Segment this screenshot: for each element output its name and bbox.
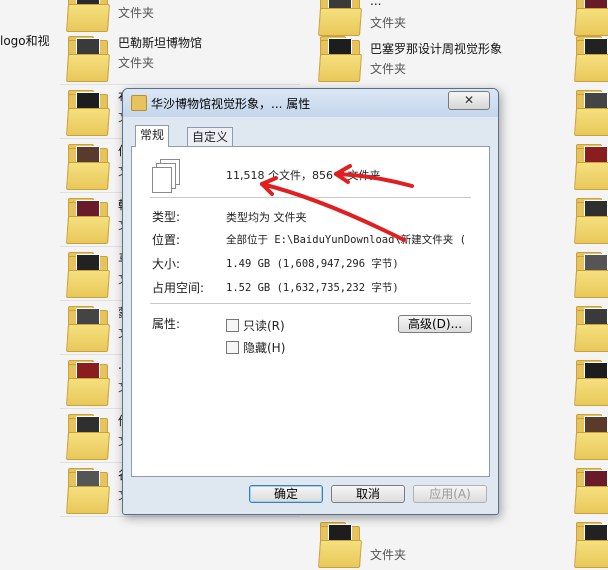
folder-type: 文件夹: [118, 56, 155, 70]
folder-icon: [131, 95, 147, 111]
folder-icon: [574, 358, 608, 406]
hidden-checkbox[interactable]: 隐藏(H): [226, 339, 285, 356]
folder-tile-left-0[interactable]: 文件夹: [0, 0, 300, 32]
divider: [150, 197, 471, 198]
folder-icon: [574, 520, 608, 568]
dialog-title: 华沙博物馆视觉形象，... 属性: [151, 97, 311, 111]
folder-icon: [574, 0, 608, 36]
disk-size-value: 1.52 GB (1,632,735,232 字节): [226, 282, 399, 294]
close-button[interactable]: ✕: [448, 91, 490, 110]
folder-icon: [318, 520, 362, 568]
location-value: 全部位于 E:\BaiduYunDownload\新建文件夹 (: [226, 234, 466, 246]
folder-icon: [318, 0, 362, 36]
tab-custom[interactable]: 自定义: [187, 127, 234, 146]
apply-button[interactable]: 应用(A): [413, 485, 487, 503]
folder-tile-left[interactable]: 巴勒斯坦博物馆 文件夹: [0, 30, 300, 84]
size-label: 大小:: [152, 257, 181, 271]
type-label: 类型:: [152, 210, 181, 224]
file-count-summary: 11,518 个文件，856 个文件夹: [226, 169, 381, 182]
row-divider: [60, 516, 300, 517]
folder-icon: [574, 142, 608, 190]
tab-general[interactable]: 常规: [135, 125, 170, 147]
folder-icon: [66, 304, 110, 352]
disk-size-label: 占用空间:: [152, 281, 205, 295]
folder-icon: [318, 34, 362, 82]
folder-tile-right[interactable]: 文件夹: [312, 516, 608, 570]
folder-icon: [66, 466, 110, 514]
folder-icon: [66, 412, 110, 460]
folder-icon: [574, 34, 608, 82]
folder-icon: [66, 88, 110, 136]
folder-icon: [574, 304, 608, 352]
type-value: 类型均为 文件夹: [226, 211, 307, 224]
checkbox-box[interactable]: [226, 319, 239, 332]
folder-icon: [574, 196, 608, 244]
location-label: 位置:: [152, 233, 181, 247]
folder-icon: [66, 0, 110, 32]
folder-icon: [574, 250, 608, 298]
folder-icon: [66, 34, 110, 82]
folder-icon: [66, 142, 110, 190]
folder-tile-right[interactable]: 巴塞罗那设计周视觉形象 文件夹: [312, 30, 608, 84]
hidden-label: 隐藏(H): [243, 341, 286, 355]
general-panel: 11,518 个文件，856 个文件夹 类型: 类型均为 文件夹 位置: 全部位…: [131, 146, 490, 477]
ok-button[interactable]: 确定: [249, 485, 323, 503]
multiple-files-icon: [152, 159, 182, 193]
folder-icon: [574, 412, 608, 460]
folder-type: 文件夹: [370, 548, 407, 562]
folder-type: 文件夹: [118, 6, 155, 20]
title-bar[interactable]: 华沙博物馆视觉形象，... 属性 ✕: [123, 89, 498, 117]
attributes-label: 属性:: [152, 317, 181, 331]
folder-name: ...: [370, 0, 382, 8]
advanced-button[interactable]: 高级(D)...: [398, 315, 472, 333]
readonly-checkbox[interactable]: 只读(R): [226, 317, 285, 334]
divider: [150, 303, 471, 304]
folder-type: 文件夹: [370, 62, 407, 76]
properties-dialog: 华沙博物馆视觉形象，... 属性 ✕ 常规 自定义 11,518 个文件，856…: [122, 88, 499, 515]
folder-icon: [574, 466, 608, 514]
folder-icon: [66, 250, 110, 298]
folder-name: 巴勒斯坦博物馆: [118, 36, 203, 50]
readonly-label: 只读(R): [243, 319, 285, 333]
cancel-button[interactable]: 取消: [331, 485, 405, 503]
folder-icon: [66, 358, 110, 406]
folder-icon: [574, 88, 608, 136]
size-value: 1.49 GB (1,608,947,296 字节): [226, 258, 399, 270]
folder-name: 巴塞罗那设计周视觉形象: [370, 42, 503, 56]
folder-type: 文件夹: [370, 16, 407, 30]
folder-icon: [66, 196, 110, 244]
checkbox-box[interactable]: [226, 341, 239, 354]
